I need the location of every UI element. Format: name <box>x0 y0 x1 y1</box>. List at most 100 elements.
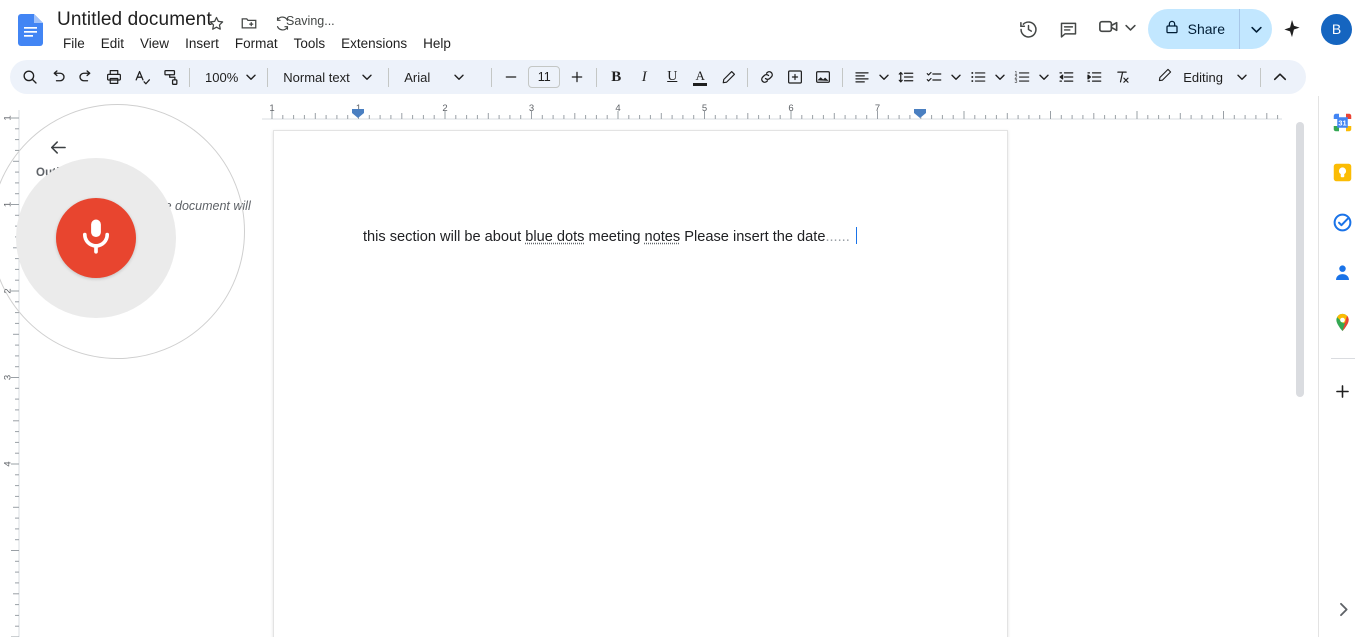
print-icon[interactable] <box>100 63 128 91</box>
increase-font-size-button[interactable] <box>563 63 591 91</box>
google-tasks-icon[interactable] <box>1325 204 1361 240</box>
menu-insert[interactable]: Insert <box>177 32 227 55</box>
svg-text:7: 7 <box>875 103 880 114</box>
toolbar-divider <box>1260 68 1261 87</box>
menu-tools[interactable]: Tools <box>286 32 334 55</box>
underline-button[interactable]: U <box>658 63 686 91</box>
document-body-text[interactable]: this section will be about blue dots mee… <box>363 227 943 248</box>
svg-text:3: 3 <box>3 375 14 380</box>
text-color-letter: A <box>696 69 705 82</box>
bulleted-list-icon[interactable] <box>964 63 992 91</box>
star-icon[interactable] <box>206 13 226 33</box>
svg-text:1: 1 <box>3 115 14 120</box>
trailing-dots: ...... <box>825 229 849 245</box>
expand-side-panel-chevron-right-icon[interactable] <box>1325 591 1361 627</box>
editing-mode-label: Editing <box>1179 70 1227 85</box>
chevron-down-icon <box>354 72 382 82</box>
zoom-level-selector[interactable]: 100% <box>195 63 262 91</box>
toolbar-divider <box>491 68 492 87</box>
numbered-list-caret-icon[interactable] <box>1036 63 1052 91</box>
text-segment: this section will be about <box>363 229 525 245</box>
toolbar-divider <box>596 68 597 87</box>
version-history-icon[interactable] <box>1009 9 1049 49</box>
chevron-down-icon <box>1125 20 1136 38</box>
svg-text:3: 3 <box>529 103 534 114</box>
highlight-pen-icon[interactable] <box>714 63 742 91</box>
checklist-options-caret-icon[interactable] <box>948 63 964 91</box>
text-color-button[interactable]: A <box>686 63 714 91</box>
svg-text:5: 5 <box>702 103 707 114</box>
chevron-down-icon <box>242 72 260 82</box>
paragraph-style-selector[interactable]: Normal text <box>273 63 383 91</box>
google-contacts-icon[interactable] <box>1325 254 1361 290</box>
spelling-grammar-check-icon[interactable] <box>128 63 156 91</box>
formatting-toolbar: 100% Normal text Arial 11 B I U A 1 2 3 … <box>10 60 1306 94</box>
google-maps-icon[interactable] <box>1325 304 1361 340</box>
google-apps-side-panel: 31 <box>1318 96 1366 637</box>
menu-edit[interactable]: Edit <box>93 32 132 55</box>
bold-button[interactable]: B <box>602 63 630 91</box>
editing-mode-selector[interactable]: Editing <box>1149 63 1255 91</box>
line-spacing-icon[interactable] <box>892 63 920 91</box>
svg-text:1: 1 <box>269 103 274 114</box>
user-avatar[interactable]: B <box>1321 14 1352 45</box>
lock-icon <box>1164 19 1180 40</box>
align-options-caret-icon[interactable] <box>876 63 892 91</box>
search-icon[interactable] <box>16 63 44 91</box>
google-meet-button[interactable] <box>1089 9 1140 49</box>
toolbar-divider <box>842 68 843 87</box>
toolbar-divider <box>747 68 748 87</box>
insert-link-icon[interactable] <box>753 63 781 91</box>
gemini-spark-icon[interactable] <box>1272 9 1312 49</box>
chevron-down-icon <box>1233 72 1251 82</box>
toolbar-divider <box>189 68 190 87</box>
insert-image-icon[interactable] <box>809 63 837 91</box>
horizontal-ruler[interactable]: 11234567 <box>262 100 1282 120</box>
text-align-left-icon[interactable] <box>848 63 876 91</box>
svg-text:6: 6 <box>788 103 793 114</box>
menu-file[interactable]: File <box>55 32 93 55</box>
undo-icon[interactable] <box>44 63 72 91</box>
toolbar-divider <box>388 68 389 87</box>
svg-text:2: 2 <box>442 103 447 114</box>
checklist-icon[interactable] <box>920 63 948 91</box>
decrease-indent-icon[interactable] <box>1052 63 1080 91</box>
italic-button[interactable]: I <box>630 63 658 91</box>
google-calendar-icon[interactable]: 31 <box>1325 104 1361 140</box>
decrease-font-size-button[interactable] <box>497 63 525 91</box>
numbered-list-icon[interactable]: 123 <box>1008 63 1036 91</box>
google-keep-icon[interactable] <box>1325 154 1361 190</box>
move-to-folder-icon[interactable] <box>239 13 259 33</box>
clear-formatting-icon[interactable] <box>1108 63 1136 91</box>
voice-typing-microphone-button[interactable] <box>56 198 136 278</box>
document-page[interactable]: this section will be about blue dots mee… <box>273 130 1008 637</box>
menu-view[interactable]: View <box>132 32 177 55</box>
share-options-caret-icon[interactable] <box>1240 9 1272 49</box>
menu-extensions[interactable]: Extensions <box>333 32 415 55</box>
menu-format[interactable]: Format <box>227 32 286 55</box>
text-segment-spellcheck: blue dots <box>525 229 584 245</box>
font-size-input[interactable]: 11 <box>528 66 560 88</box>
svg-text:4: 4 <box>3 461 14 466</box>
zoom-level-value: 100% <box>201 70 242 85</box>
add-comment-icon[interactable] <box>781 63 809 91</box>
svg-text:3: 3 <box>1015 79 1018 85</box>
google-docs-window: Untitled document Saving... File Edit Vi… <box>0 0 1366 637</box>
paint-format-icon[interactable] <box>156 63 184 91</box>
font-family-selector[interactable]: Arial <box>394 63 486 91</box>
back-arrow-icon[interactable] <box>40 129 76 165</box>
bulleted-list-caret-icon[interactable] <box>992 63 1008 91</box>
google-docs-logo-icon[interactable] <box>16 13 46 47</box>
document-title[interactable]: Untitled document <box>57 8 212 32</box>
add-ons-plus-icon[interactable] <box>1325 373 1361 409</box>
redo-icon[interactable] <box>72 63 100 91</box>
comment-history-icon[interactable] <box>1049 9 1089 49</box>
text-segment: meeting <box>584 229 644 245</box>
increase-indent-icon[interactable] <box>1080 63 1108 91</box>
menu-help[interactable]: Help <box>415 32 459 55</box>
share-button-group: Share <box>1148 9 1272 49</box>
title-action-icons <box>206 13 292 33</box>
share-button[interactable]: Share <box>1148 9 1240 49</box>
vertical-scrollbar[interactable] <box>1296 122 1304 397</box>
collapse-toolbar-chevron-up-icon[interactable] <box>1266 63 1294 91</box>
